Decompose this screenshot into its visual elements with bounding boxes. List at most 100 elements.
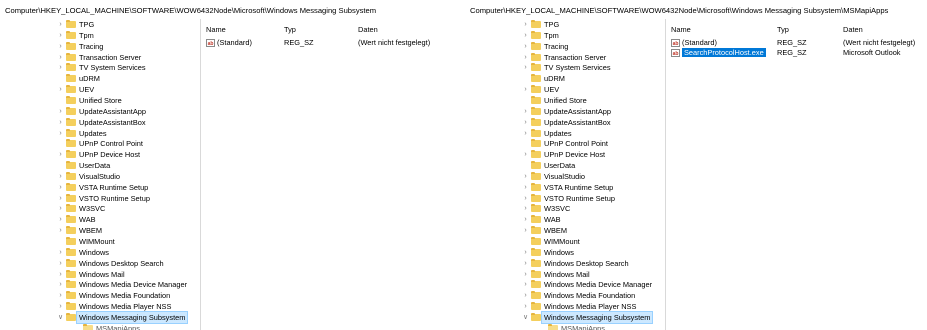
- tree-item[interactable]: › UEV: [0, 84, 200, 95]
- tree-item[interactable]: › Tpm: [465, 30, 665, 41]
- key-tree[interactable]: › TPG › Tpm › Tracing › Transaction Server › TV S…: [465, 19, 665, 330]
- chevron-right-icon[interactable]: ›: [57, 62, 64, 73]
- tree-item[interactable]: › Windows Media Player NSS: [0, 301, 200, 312]
- chevron-right-icon[interactable]: ›: [57, 214, 64, 225]
- chevron-right-icon[interactable]: ›: [522, 182, 529, 193]
- tree-item[interactable]: › Transaction Server: [0, 52, 200, 63]
- tree-item[interactable]: › WBEM: [0, 225, 200, 236]
- chevron-right-icon[interactable]: ›: [57, 258, 64, 269]
- address-bar[interactable]: Computer\HKEY_LOCAL_MACHINE\SOFTWARE\WOW…: [470, 6, 888, 15]
- tree-item[interactable]: › Windows Desktop Search: [0, 258, 200, 269]
- tree-item[interactable]: › Windows Media Device Manager: [465, 279, 665, 290]
- tree-item[interactable]: UPnP Control Point: [465, 138, 665, 149]
- tree-item[interactable]: WIMMount: [0, 236, 200, 247]
- chevron-right-icon[interactable]: ›: [522, 41, 529, 52]
- chevron-right-icon[interactable]: ›: [522, 203, 529, 214]
- tree-item[interactable]: › Updates: [0, 128, 200, 139]
- chevron-right-icon[interactable]: ›: [522, 62, 529, 73]
- tree-item[interactable]: Unified Store: [0, 95, 200, 106]
- chevron-right-icon[interactable]: ›: [57, 269, 64, 280]
- chevron-right-icon[interactable]: ›: [57, 149, 64, 160]
- tree-item[interactable]: Unified Store: [465, 95, 665, 106]
- tree-item[interactable]: › Tracing: [0, 41, 200, 52]
- tree-item[interactable]: › VSTO Runtime Setup: [465, 193, 665, 204]
- tree-item[interactable]: › Windows Media Foundation: [465, 290, 665, 301]
- column-header-name[interactable]: Name: [206, 25, 226, 34]
- chevron-right-icon[interactable]: ›: [57, 117, 64, 128]
- chevron-right-icon[interactable]: ›: [522, 30, 529, 41]
- chevron-right-icon[interactable]: ›: [57, 301, 64, 312]
- chevron-right-icon[interactable]: ›: [57, 290, 64, 301]
- chevron-right-icon[interactable]: ›: [57, 84, 64, 95]
- tree-item[interactable]: UserData: [0, 160, 200, 171]
- tree-item[interactable]: › Transaction Server: [465, 52, 665, 63]
- chevron-right-icon[interactable]: ›: [522, 117, 529, 128]
- tree-item[interactable]: UserData: [465, 160, 665, 171]
- tree-item[interactable]: uDRM: [0, 73, 200, 84]
- chevron-down-icon[interactable]: ∨: [522, 312, 529, 323]
- tree-item[interactable]: › Updates: [465, 128, 665, 139]
- value-row[interactable]: ab (Standard): [206, 37, 252, 48]
- tree-item[interactable]: › Windows Media Foundation: [0, 290, 200, 301]
- chevron-right-icon[interactable]: ›: [57, 279, 64, 290]
- tree-item[interactable]: › VSTO Runtime Setup: [0, 193, 200, 204]
- chevron-right-icon[interactable]: ›: [57, 41, 64, 52]
- tree-item[interactable]: › Windows: [465, 247, 665, 258]
- tree-item[interactable]: › UEV: [465, 84, 665, 95]
- chevron-right-icon[interactable]: ›: [522, 193, 529, 204]
- chevron-right-icon[interactable]: ›: [57, 203, 64, 214]
- tree-item[interactable]: › WAB: [0, 214, 200, 225]
- tree-item[interactable]: › Windows Mail: [0, 269, 200, 280]
- tree-item[interactable]: › UPnP Device Host: [465, 149, 665, 160]
- tree-item[interactable]: UPnP Control Point: [0, 138, 200, 149]
- tree-item[interactable]: › VisualStudio: [0, 171, 200, 182]
- column-header-data[interactable]: Daten: [843, 25, 863, 34]
- tree-item[interactable]: › UpdateAssistantApp: [465, 106, 665, 117]
- tree-item[interactable]: › UpdateAssistantBox: [0, 117, 200, 128]
- chevron-right-icon[interactable]: ›: [522, 258, 529, 269]
- column-header-type[interactable]: Typ: [777, 25, 789, 34]
- tree-item[interactable]: uDRM: [465, 73, 665, 84]
- address-bar[interactable]: Computer\HKEY_LOCAL_MACHINE\SOFTWARE\WOW…: [5, 6, 376, 15]
- chevron-right-icon[interactable]: ›: [57, 106, 64, 117]
- tree-item[interactable]: › W3SVC: [0, 203, 200, 214]
- tree-item[interactable]: WIMMount: [465, 236, 665, 247]
- tree-item-child[interactable]: MSMapiApps: [465, 323, 665, 330]
- tree-item[interactable]: ∨ Windows Messaging Subsystem: [465, 310, 665, 324]
- tree-item[interactable]: › VSTA Runtime Setup: [0, 182, 200, 193]
- tree-item[interactable]: › TV System Services: [0, 62, 200, 73]
- chevron-right-icon[interactable]: ›: [57, 225, 64, 236]
- tree-item[interactable]: › TV System Services: [465, 62, 665, 73]
- pane-splitter[interactable]: [665, 19, 666, 330]
- chevron-right-icon[interactable]: ›: [57, 171, 64, 182]
- chevron-right-icon[interactable]: ›: [522, 279, 529, 290]
- tree-item[interactable]: › VisualStudio: [465, 171, 665, 182]
- chevron-right-icon[interactable]: ›: [522, 19, 529, 30]
- tree-item[interactable]: › UpdateAssistantApp: [0, 106, 200, 117]
- chevron-right-icon[interactable]: ›: [57, 30, 64, 41]
- chevron-right-icon[interactable]: ›: [57, 182, 64, 193]
- chevron-right-icon[interactable]: ›: [57, 52, 64, 63]
- chevron-right-icon[interactable]: ›: [522, 149, 529, 160]
- column-header-data[interactable]: Daten: [358, 25, 378, 34]
- tree-item[interactable]: › Windows: [0, 247, 200, 258]
- chevron-right-icon[interactable]: ›: [522, 84, 529, 95]
- tree-item[interactable]: › UpdateAssistantBox: [465, 117, 665, 128]
- chevron-right-icon[interactable]: ›: [522, 128, 529, 139]
- tree-item[interactable]: › Tpm: [0, 30, 200, 41]
- tree-item[interactable]: › WAB: [465, 214, 665, 225]
- tree-item[interactable]: › UPnP Device Host: [0, 149, 200, 160]
- chevron-right-icon[interactable]: ›: [522, 247, 529, 258]
- chevron-right-icon[interactable]: ›: [522, 106, 529, 117]
- tree-item[interactable]: › Windows Media Device Manager: [0, 279, 200, 290]
- tree-item[interactable]: › WBEM: [465, 225, 665, 236]
- tree-item[interactable]: › Tracing: [465, 41, 665, 52]
- pane-splitter[interactable]: [200, 19, 201, 330]
- chevron-right-icon[interactable]: ›: [57, 128, 64, 139]
- tree-item[interactable]: › TPG: [465, 19, 665, 30]
- chevron-right-icon[interactable]: ›: [522, 301, 529, 312]
- key-tree[interactable]: › TPG › Tpm › Tracing › Transaction Server › TV S…: [0, 19, 200, 330]
- chevron-right-icon[interactable]: ›: [522, 225, 529, 236]
- value-row[interactable]: ab SearchProtocolHost.exe: [671, 47, 766, 58]
- tree-item[interactable]: › Windows Media Player NSS: [465, 301, 665, 312]
